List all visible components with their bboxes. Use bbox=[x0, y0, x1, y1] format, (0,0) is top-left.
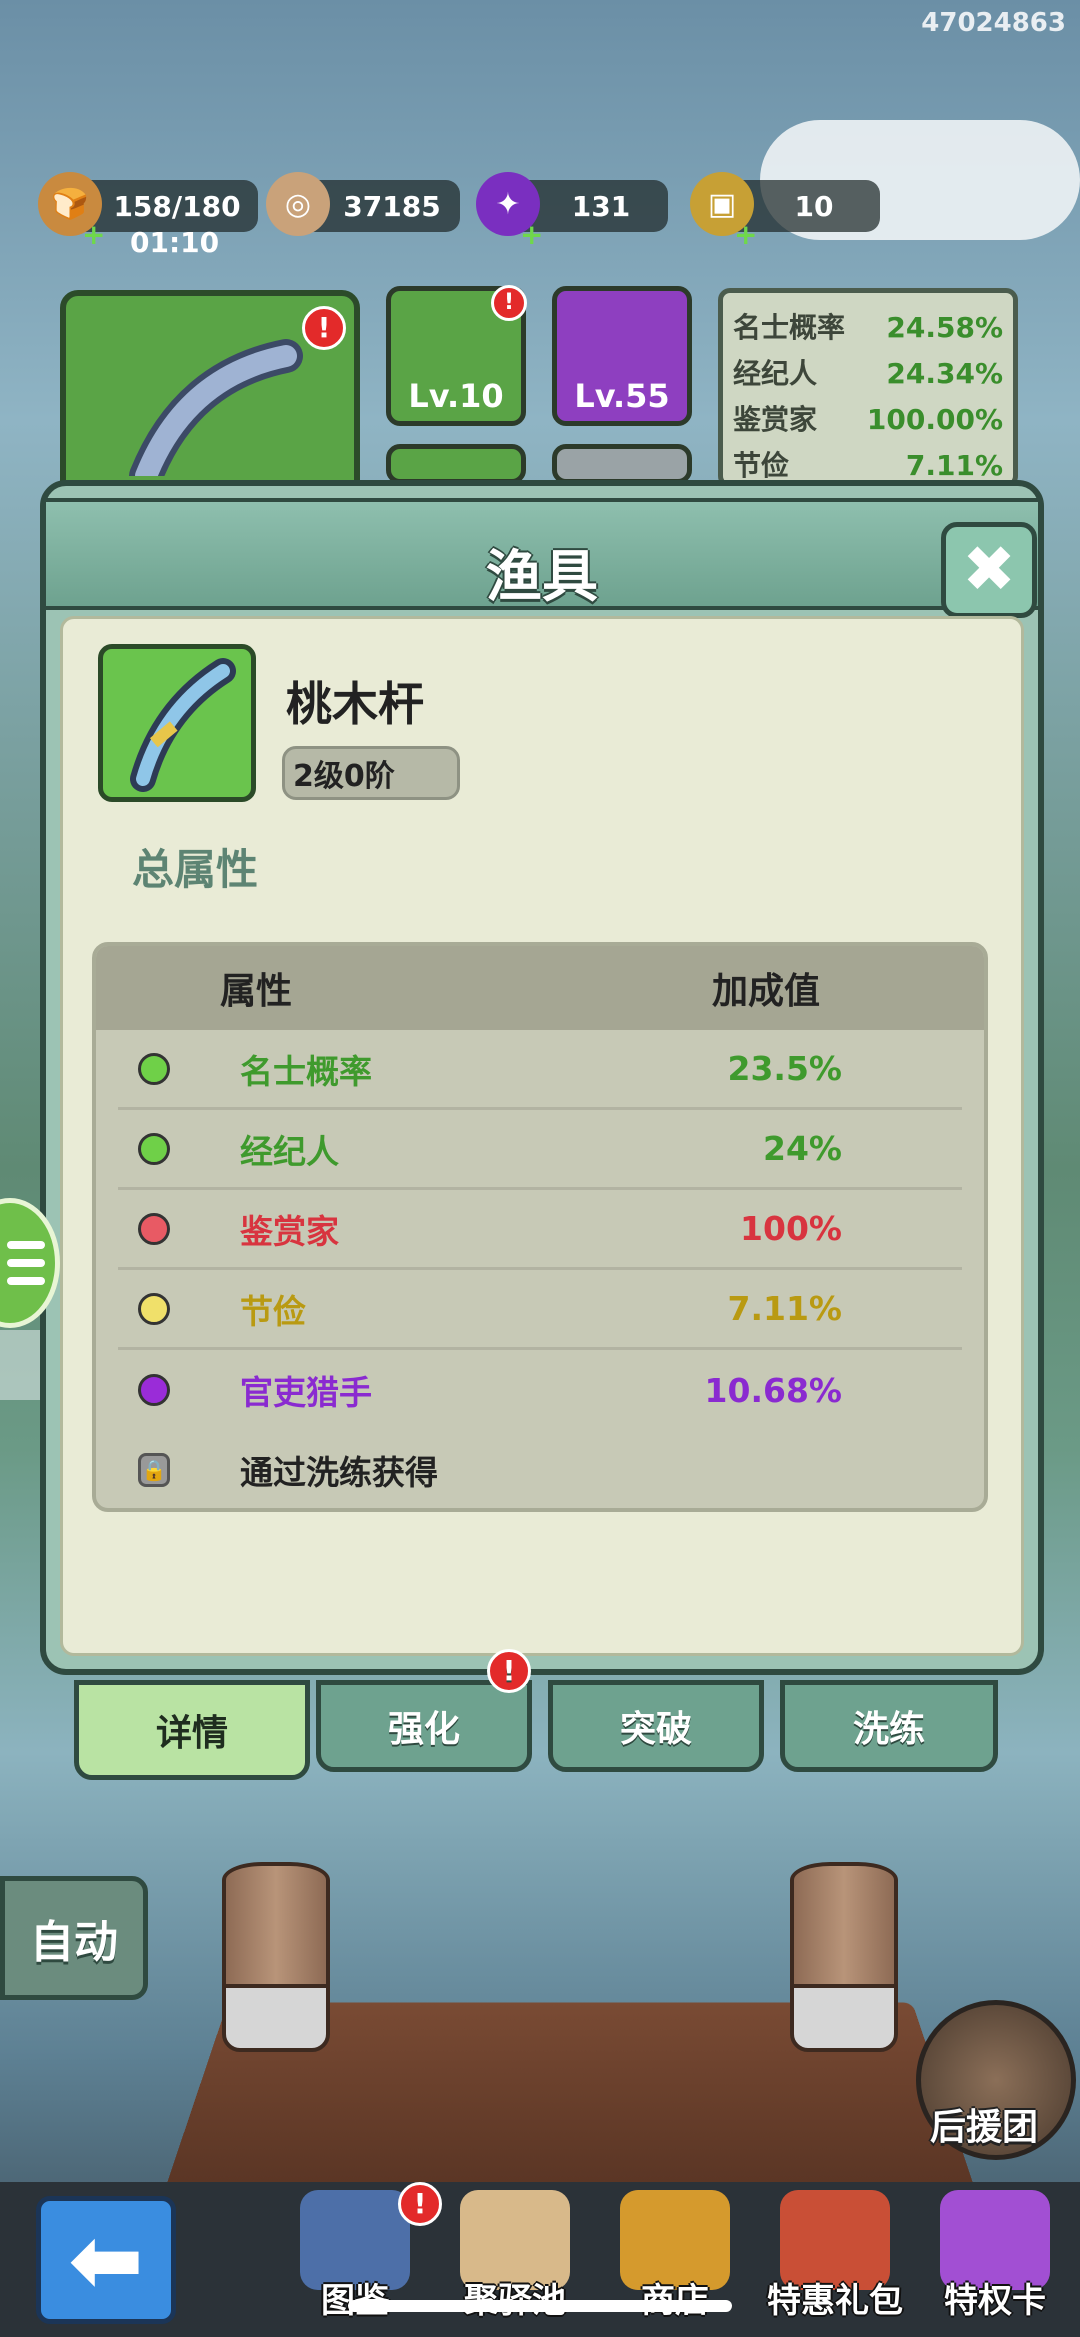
back-button[interactable]: ⬅ bbox=[36, 2196, 176, 2324]
attribute-name: 名士概率 bbox=[240, 1051, 372, 1091]
menu-line bbox=[7, 1241, 45, 1249]
attribute-row: 官吏猎手 10.68% bbox=[118, 1350, 962, 1430]
attribute-value: 100% bbox=[740, 1209, 842, 1248]
gem-counter[interactable]: ✦ + 131 bbox=[476, 172, 668, 251]
line-level: Lv.10 bbox=[408, 377, 504, 415]
close-button[interactable]: ✖ bbox=[941, 522, 1037, 618]
attribute-value: 10.68% bbox=[704, 1370, 842, 1410]
alert-icon: ! bbox=[491, 285, 527, 321]
table-header: 属性 加成值 bbox=[96, 946, 984, 1030]
attribute-rows: 名士概率 23.5% 经纪人 24% 鉴赏家 100% 节俭 7.11% 官吏猎手 10.68% bbox=[96, 1030, 984, 1430]
section-title: 总属性 bbox=[132, 845, 259, 894]
plus-icon[interactable]: + bbox=[82, 218, 105, 251]
attribute-name: 官吏猎手 bbox=[240, 1373, 372, 1412]
equipment-slot[interactable] bbox=[386, 444, 526, 484]
locked-row: 🔒 通过洗练获得 bbox=[118, 1430, 962, 1508]
alert-icon: ! bbox=[487, 1649, 531, 1693]
item-name: 桃木杆 bbox=[286, 677, 424, 731]
modal-title: 渔具 bbox=[486, 545, 598, 610]
attribute-row: 名士概率 23.5% bbox=[118, 1030, 962, 1110]
status-dot-icon bbox=[138, 1292, 170, 1325]
attribute-row: 鉴赏家 100% bbox=[118, 1190, 962, 1270]
coin-icon: ◎ bbox=[266, 172, 330, 236]
fishing-rod-icon bbox=[129, 339, 303, 476]
locked-row-label: 通过洗练获得 bbox=[240, 1453, 438, 1492]
nav-privilege-card[interactable]: 特权卡 bbox=[920, 2190, 1070, 2330]
item-level-badge: 2级0阶 bbox=[282, 746, 460, 800]
stat-summary-panel: 名士概率 24.58% 经纪人 24.34% 鉴赏家 100.00% 节俭 7.11% bbox=[718, 288, 1018, 488]
rod-item-icon bbox=[98, 644, 256, 802]
equipment-slot[interactable] bbox=[552, 444, 692, 484]
home-indicator[interactable] bbox=[348, 2300, 732, 2312]
status-dot-icon bbox=[138, 1052, 170, 1085]
stamina-counter[interactable]: 🍞 + 158/180 bbox=[38, 172, 258, 251]
tab-details[interactable]: 详情 bbox=[74, 1680, 310, 1780]
pier-post bbox=[790, 1862, 898, 2052]
bait-card[interactable]: Lv.55 bbox=[552, 286, 692, 426]
attribute-name: 节俭 bbox=[240, 1291, 306, 1331]
lock-icon: 🔒 bbox=[138, 1453, 170, 1487]
support-group-label[interactable]: 后援团 bbox=[930, 2098, 1038, 2150]
attribute-value: 24% bbox=[763, 1129, 842, 1168]
pier-post bbox=[222, 1862, 330, 2052]
stat-row: 名士概率 24.58% bbox=[733, 311, 1003, 344]
fishing-line-card[interactable]: ! Lv.10 bbox=[386, 285, 527, 426]
header-attribute: 属性 bbox=[220, 971, 293, 1012]
fishing-rod-icon bbox=[130, 658, 236, 792]
menu-line bbox=[7, 1259, 45, 1267]
tab-refine[interactable]: 洗练 bbox=[780, 1680, 998, 1772]
attribute-name: 鉴赏家 bbox=[240, 1211, 339, 1251]
plus-icon[interactable]: + bbox=[734, 218, 757, 251]
game-id: 47024863 bbox=[921, 8, 1066, 38]
status-dot-icon bbox=[138, 1132, 170, 1165]
attribute-value: 23.5% bbox=[727, 1049, 843, 1088]
nav-gift-pack[interactable]: 特惠礼包 bbox=[760, 2190, 910, 2330]
attribute-row: 经纪人 24% bbox=[118, 1110, 962, 1190]
tab-breakthrough[interactable]: 突破 bbox=[548, 1680, 764, 1772]
ticket-counter[interactable]: ▣ + 10 bbox=[690, 172, 880, 251]
status-dot-icon bbox=[138, 1374, 170, 1406]
tab-enhance[interactable]: 强化 ! bbox=[316, 1649, 532, 1772]
alert-icon: ! bbox=[398, 2182, 442, 2226]
attribute-name: 经纪人 bbox=[240, 1131, 339, 1171]
auto-button[interactable]: 自动 bbox=[0, 1876, 148, 2000]
stamina-timer: 01:10 bbox=[130, 226, 220, 259]
bait-level: Lv.55 bbox=[574, 377, 670, 415]
back-arrow-icon: ⬅ bbox=[68, 2207, 144, 2313]
header-value: 加成值 bbox=[712, 971, 821, 1012]
coin-counter[interactable]: ◎ 37185 bbox=[266, 172, 460, 236]
status-dot-icon bbox=[138, 1212, 170, 1245]
plus-icon[interactable]: + bbox=[520, 218, 543, 251]
attribute-value: 7.11% bbox=[727, 1289, 843, 1328]
stat-row: 鉴赏家 100.00% bbox=[733, 403, 1003, 436]
stat-row: 经纪人 24.34% bbox=[733, 357, 1003, 390]
menu-line bbox=[7, 1277, 45, 1285]
attribute-table: 属性 加成值 名士概率 23.5% 经纪人 24% 鉴赏家 100% 节俭 7.11% 官吏猎手… bbox=[92, 942, 988, 1512]
modal-header: 渔具 ✖ bbox=[46, 498, 1038, 618]
attribute-row: 节俭 7.11% bbox=[118, 1270, 962, 1350]
